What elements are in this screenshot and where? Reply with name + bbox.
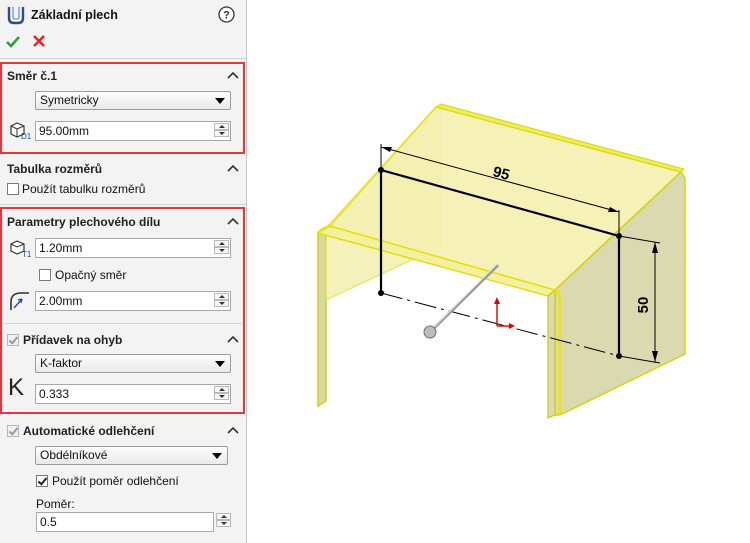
depth-spinner[interactable] [214, 123, 229, 139]
use-gauge-table-label: Použít tabulku rozměrů [22, 182, 146, 196]
gauge-table-title: Tabulka rozměrů [7, 162, 103, 176]
triad-arrow [509, 323, 515, 329]
ratio-spinner[interactable] [216, 513, 231, 529]
bend-allowance-checkbox[interactable] [7, 334, 19, 346]
ratio-input[interactable]: 0.5 [36, 512, 214, 532]
reverse-direction-label: Opačný směr [55, 268, 127, 282]
bend-radius-value: 2.00mm [39, 294, 83, 308]
relief-type-value: Obdélníkové [40, 448, 108, 462]
k-factor-spinner[interactable] [214, 386, 229, 402]
sheet-params-title: Parametry plechového dílu [7, 215, 161, 229]
k-factor-icon: K [8, 374, 25, 401]
use-relief-ratio-checkbox[interactable] [36, 475, 48, 487]
ratio-value: 0.5 [40, 515, 57, 529]
bend-allowance-select[interactable]: K-faktor [35, 354, 231, 373]
use-relief-ratio-label: Použít poměr odlehčení [52, 474, 179, 488]
reverse-direction-checkbox[interactable] [39, 269, 51, 281]
relief-type-select[interactable]: Obdélníkové [35, 446, 228, 465]
collapse-relief-icon[interactable] [226, 425, 240, 435]
left-wall-edge [317, 226, 327, 408]
svg-text:T1: T1 [22, 250, 32, 258]
thickness-input[interactable]: 1.20mm [35, 238, 231, 258]
depth-value: 95.00mm [39, 124, 90, 138]
feature-title: Základní plech [31, 8, 118, 22]
end-condition-value: Symetricky [40, 93, 99, 107]
height-dimension-text[interactable]: 50 [635, 297, 652, 314]
end-condition-select[interactable]: Symetricky [35, 91, 231, 110]
bend-allowance-title: Přídavek na ohyb [23, 333, 123, 347]
sheet-metal-model[interactable]: 95 50 [247, 0, 750, 543]
collapse-bend-allowance-icon[interactable] [226, 334, 240, 344]
direction-arrow-shaft [428, 263, 500, 334]
ratio-label: Poměr: [36, 497, 75, 511]
thickness-value: 1.20mm [39, 241, 83, 255]
base-flange-icon [7, 7, 25, 25]
dim-arrow [381, 147, 392, 152]
triad-arrow [494, 297, 500, 304]
k-factor-input[interactable]: 0.333 [35, 384, 231, 404]
check-icon[interactable] [6, 35, 20, 48]
auto-relief-title: Automatické odlehčení [23, 424, 155, 438]
x-icon[interactable] [33, 35, 45, 47]
question-icon[interactable]: ? [218, 6, 235, 23]
thickness-t1-icon: T1 [10, 240, 32, 258]
direction-arrow-handle[interactable] [423, 325, 437, 339]
bend-radius-icon [10, 292, 29, 310]
depth-d1-icon: D1 [10, 122, 32, 140]
graphics-area[interactable]: 95 50 [247, 0, 750, 543]
k-factor-value: 0.333 [39, 387, 70, 401]
property-manager: Základní plech ? Směr č.1 Symetricky D1 … [0, 0, 247, 543]
right-wall-edge [547, 288, 556, 419]
bend-radius-spinner[interactable] [214, 293, 229, 309]
thickness-spinner[interactable] [214, 240, 229, 256]
use-gauge-table-checkbox[interactable] [7, 183, 19, 195]
svg-text:D1: D1 [21, 132, 32, 140]
collapse-sheet-params-icon[interactable] [226, 216, 240, 226]
bend-allowance-type: K-faktor [40, 356, 83, 370]
direction-title: Směr č.1 [7, 69, 58, 83]
depth-input[interactable]: 95.00mm [35, 121, 231, 141]
collapse-direction-icon[interactable] [226, 70, 240, 80]
bend-radius-input[interactable]: 2.00mm [35, 291, 231, 311]
collapse-gauge-icon[interactable] [226, 163, 240, 173]
svg-text:?: ? [223, 10, 230, 22]
auto-relief-checkbox[interactable] [7, 425, 19, 437]
